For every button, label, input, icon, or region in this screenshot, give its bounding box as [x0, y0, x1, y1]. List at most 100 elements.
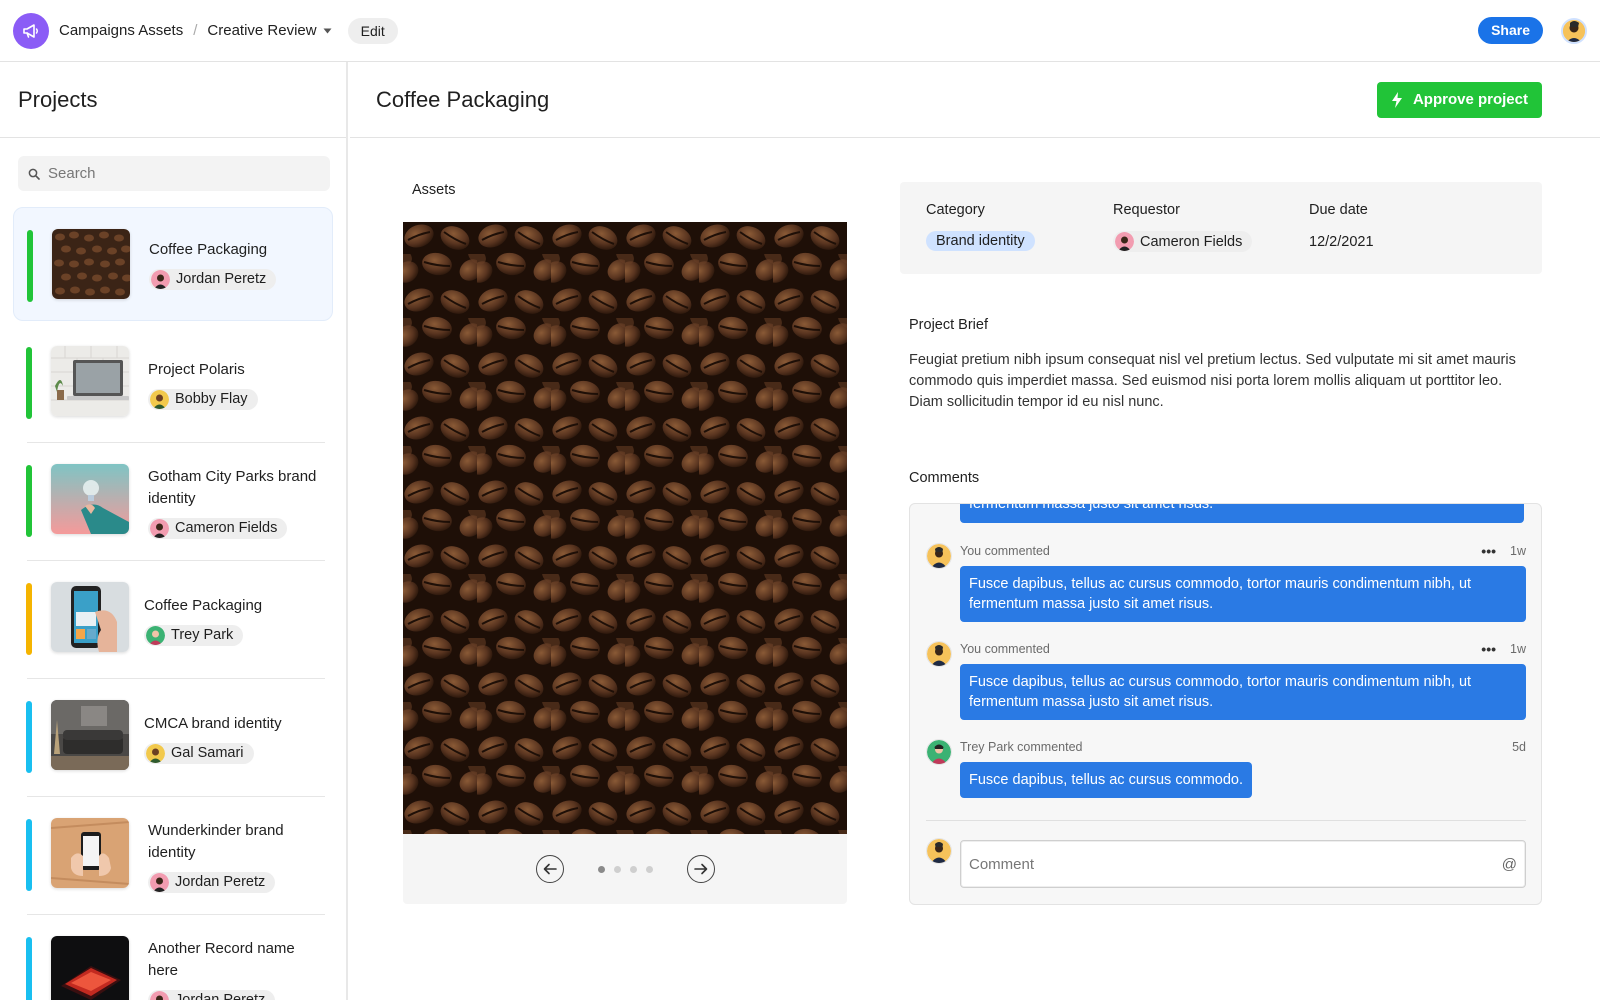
carousel-dot[interactable] [613, 865, 621, 873]
comment-author: You commented [960, 642, 1050, 656]
arrow-right-icon[interactable] [686, 855, 715, 883]
status-accent-bar [26, 347, 32, 419]
lightning-icon [1391, 91, 1402, 108]
status-accent-bar [27, 230, 33, 302]
breadcrumb-current-label: Creative Review [207, 22, 317, 39]
carousel-dots [597, 865, 653, 873]
project-name: Coffee Packaging [149, 240, 268, 258]
mention-icon[interactable]: @ [1502, 856, 1517, 873]
comment-bubble: Fusce dapibus, tellus ac cursus commodo,… [960, 566, 1526, 622]
project-item[interactable]: Project Polaris Bobby Flay [13, 325, 333, 443]
requestor-name: Cameron Fields [1140, 233, 1243, 250]
comment-author: You commented [960, 544, 1050, 558]
owner-name: Gal Samari [171, 745, 244, 761]
comment-bubble-cutoff: fermentum massa justo sit amet risus. [960, 504, 1524, 523]
comment-input[interactable] [969, 855, 1502, 873]
category-label: Category [926, 202, 985, 218]
more-options-icon[interactable]: ••• [1481, 642, 1496, 656]
more-options-icon[interactable]: ••• [1481, 544, 1496, 558]
project-thumbnail [51, 582, 129, 652]
project-thumbnail [51, 818, 129, 888]
assets-label: Assets [412, 182, 456, 198]
comment-divider [926, 820, 1526, 821]
status-accent-bar [26, 701, 32, 773]
avatar [150, 872, 169, 892]
owner-name: Jordan Peretz [175, 874, 266, 890]
main-header: Coffee Packaging Approve project [350, 62, 1600, 138]
top-bar: Campaigns Assets / Creative Review Edit … [0, 0, 1600, 62]
carousel-dot[interactable] [597, 865, 605, 873]
comment-time: 1w [1510, 544, 1526, 558]
comment-time: 5d [1512, 740, 1526, 754]
breadcrumb-root[interactable]: Campaigns Assets [59, 22, 183, 39]
project-item[interactable]: Coffee Packaging Jordan Peretz [13, 207, 333, 321]
search-input[interactable] [48, 165, 308, 182]
avatar [146, 743, 165, 763]
project-item[interactable]: Wunderkinder brand identity Jordan Peret… [13, 797, 333, 915]
sidebar-header: Projects [0, 62, 346, 138]
comment-meta: You commented ••• 1w [960, 544, 1526, 558]
owner-chip: Jordan Peretz [148, 871, 276, 893]
project-thumbnail [52, 229, 130, 299]
comment-meta: You commented ••• 1w [960, 642, 1526, 656]
project-info: Wunderkinder brand identity Jordan Peret… [148, 797, 328, 915]
due-date-value: 12/2/2021 [1309, 234, 1374, 250]
project-item[interactable]: CMCA brand identity Gal Samari [13, 679, 333, 797]
asset-image[interactable] [403, 222, 847, 834]
project-item[interactable]: Another Record name here Jordan Peretz [13, 915, 333, 1000]
comment-input-wrapper: @ [960, 840, 1526, 888]
project-item[interactable]: Coffee Packaging Trey Park [13, 561, 333, 679]
project-info: Gotham City Parks brand identity Cameron… [148, 443, 328, 561]
avatar [150, 990, 169, 1000]
approve-project-button[interactable]: Approve project [1376, 81, 1542, 118]
search-box[interactable] [18, 156, 330, 191]
project-name: Project Polaris [148, 360, 245, 378]
avatar [926, 739, 952, 765]
project-list: Coffee Packaging Jordan Peretz Project P… [13, 207, 333, 1000]
project-info: Coffee Packaging Jordan Peretz [149, 208, 329, 320]
share-button[interactable]: Share [1478, 17, 1543, 44]
status-accent-bar [26, 583, 32, 655]
asset-viewer [403, 222, 847, 904]
edit-button[interactable]: Edit [347, 17, 398, 44]
owner-chip: Bobby Flay [148, 388, 258, 410]
project-info: CMCA brand identity Gal Samari [144, 679, 324, 797]
category-tag[interactable]: Brand identity [926, 231, 1035, 251]
avatar [146, 625, 165, 645]
breadcrumb-separator: / [193, 22, 198, 39]
project-thumbnail [51, 700, 129, 770]
user-avatar[interactable] [1561, 17, 1587, 44]
project-item[interactable]: Gotham City Parks brand identity Cameron… [13, 443, 333, 561]
project-name: Coffee Packaging [144, 596, 263, 614]
project-name: Wunderkinder brand identity [148, 821, 284, 861]
carousel-controls [403, 834, 847, 904]
owner-name: Jordan Peretz [175, 992, 266, 1000]
projects-sidebar: Projects Coffee [0, 62, 348, 1000]
brief-text: Feugiat pretium nibh ipsum consequat nis… [909, 352, 1516, 410]
breadcrumb-current[interactable]: Creative Review [207, 22, 332, 39]
comment-bubble: Fusce dapibus, tellus ac cursus commodo. [960, 762, 1253, 798]
project-details: Category Brand identity Requestor Camero… [900, 182, 1542, 274]
status-accent-bar [26, 465, 32, 537]
megaphone-icon[interactable] [13, 12, 49, 49]
project-info: Project Polaris Bobby Flay [148, 325, 328, 443]
avatar [926, 641, 952, 667]
carousel-dot[interactable] [645, 865, 653, 873]
sidebar-title: Projects [18, 86, 98, 112]
owner-chip: Jordan Peretz [149, 268, 277, 290]
search-icon [28, 168, 40, 180]
project-name: Another Record name here [148, 939, 295, 979]
owner-chip: Trey Park [144, 624, 244, 646]
avatar [150, 518, 169, 538]
brief-title: Project Brief [909, 317, 988, 333]
project-info: Coffee Packaging Trey Park [144, 561, 324, 679]
category-field: Category Brand identity [926, 202, 1035, 251]
owner-chip: Cameron Fields [148, 517, 288, 539]
avatar [926, 543, 952, 569]
requestor-chip[interactable]: Cameron Fields [1113, 231, 1253, 252]
carousel-dot[interactable] [629, 865, 637, 873]
avatar [926, 838, 952, 864]
arrow-left-icon[interactable] [535, 855, 564, 883]
requestor-field: Requestor Cameron Fields [1113, 202, 1253, 252]
comment-meta: Trey Park commented 5d [960, 740, 1526, 754]
